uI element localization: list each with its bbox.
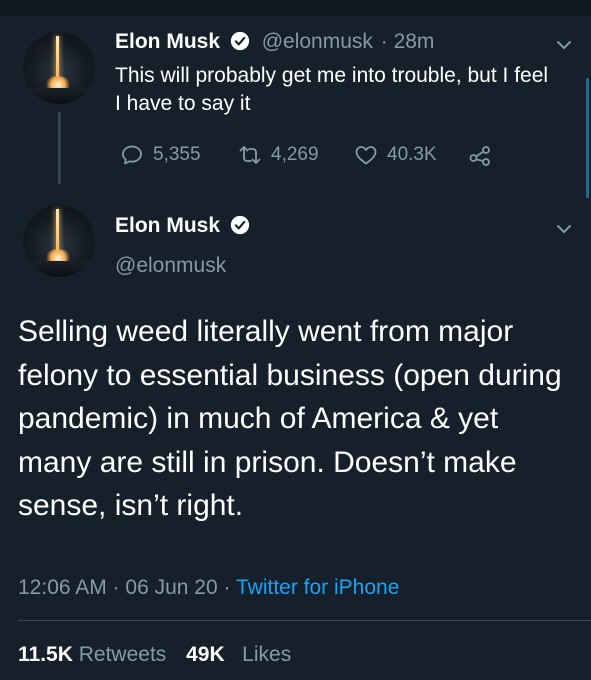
reply-button[interactable]: 5,355 bbox=[120, 143, 201, 167]
author-handle[interactable]: @elonmusk bbox=[262, 30, 373, 53]
author-handle[interactable]: @elonmusk bbox=[115, 254, 226, 278]
retweet-icon bbox=[239, 146, 261, 164]
tweet-source-link[interactable]: Twitter for iPhone bbox=[236, 576, 399, 599]
reply-count: 5,355 bbox=[153, 144, 201, 165]
avatar[interactable] bbox=[23, 205, 95, 277]
tweet-date: 06 Jun 20 bbox=[125, 576, 218, 599]
verified-badge-icon bbox=[230, 31, 250, 51]
thread-connector-line bbox=[58, 112, 61, 184]
share-button[interactable] bbox=[468, 143, 501, 167]
retweet-count: 4,269 bbox=[271, 144, 319, 165]
tweet-time: 12:06 AM bbox=[18, 576, 107, 599]
retweets-stat[interactable]: 11.5K Retweets bbox=[18, 643, 166, 666]
tweet-age: · 28m bbox=[380, 30, 435, 53]
chevron-down-icon[interactable] bbox=[555, 220, 573, 238]
retweet-button[interactable]: 4,269 bbox=[238, 143, 319, 167]
divider bbox=[18, 620, 591, 621]
verified-badge-icon bbox=[230, 215, 250, 235]
meta-separator: · bbox=[112, 576, 120, 599]
reply-tweet-text: This will probably get me into trouble, … bbox=[115, 64, 549, 115]
author-name[interactable]: Elon Musk bbox=[115, 214, 220, 237]
reply-icon bbox=[122, 145, 142, 165]
tweet-stats: 11.5K Retweets 49K Likes bbox=[18, 643, 291, 667]
likes-stat[interactable]: 49K Likes bbox=[186, 643, 291, 666]
scrollbar[interactable] bbox=[586, 78, 589, 198]
likes-label: Likes bbox=[242, 643, 292, 666]
like-icon bbox=[355, 146, 377, 165]
like-total: 49K bbox=[186, 643, 225, 666]
chevron-down-icon[interactable] bbox=[555, 36, 573, 54]
main-tweet-text: Selling weed literally went from major f… bbox=[18, 315, 562, 522]
avatar[interactable] bbox=[23, 32, 95, 104]
status-bar bbox=[0, 0, 591, 16]
like-count: 40.3K bbox=[387, 144, 437, 165]
meta-separator: · bbox=[223, 576, 231, 599]
tweet-detail-screen: Elon Musk @elonmusk · 28m This will prob… bbox=[0, 0, 591, 680]
share-icon bbox=[469, 146, 490, 166]
like-button[interactable]: 40.3K bbox=[354, 143, 437, 167]
author-name[interactable]: Elon Musk bbox=[115, 30, 220, 53]
retweet-total: 11.5K bbox=[18, 643, 73, 666]
retweets-label: Retweets bbox=[78, 643, 167, 666]
reply-tweet-header: Elon Musk @elonmusk · 28m bbox=[115, 30, 434, 54]
main-tweet-author: Elon Musk bbox=[115, 214, 250, 238]
tweet-timestamp: 12:06 AM · 06 Jun 20 · Twitter for iPhon… bbox=[18, 576, 399, 600]
